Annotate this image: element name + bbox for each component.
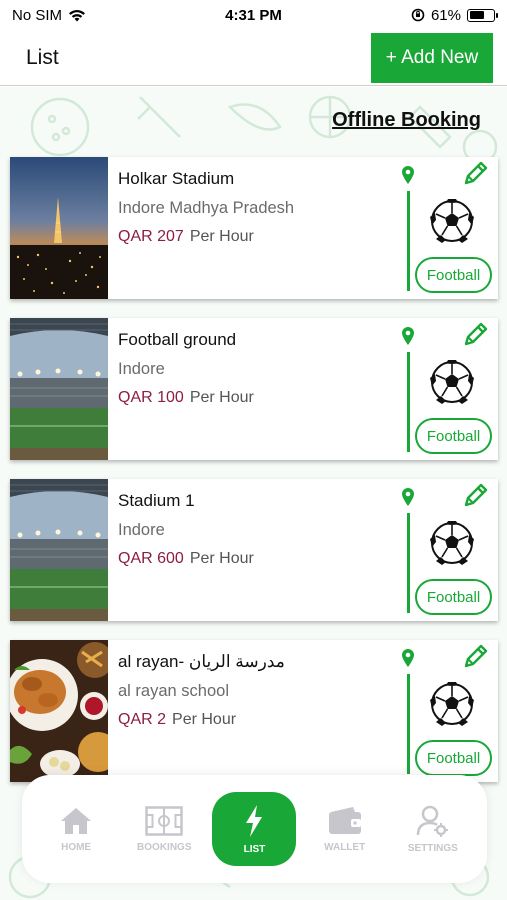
venue-photo: [10, 157, 108, 299]
wallet-icon: [328, 806, 361, 834]
add-new-button[interactable]: + Add New: [371, 32, 493, 83]
carrier-label: No SIM: [12, 6, 63, 24]
venue-photo: [10, 479, 108, 621]
venue-photo: [10, 640, 108, 782]
venue-card[interactable]: Stadium 1 Indore QAR 600 Per Hour Footbal…: [10, 479, 498, 621]
venue-photo: [10, 318, 108, 460]
venue-price-unit: Per Hour: [172, 711, 237, 728]
venue-card[interactable]: Holkar Stadium Indore Madhya Pradesh QAR…: [10, 157, 498, 299]
edit-icon[interactable]: [462, 320, 490, 348]
home-icon: [61, 807, 92, 834]
football-icon: [430, 521, 474, 565]
nav-label: WALLET: [324, 841, 366, 853]
sport-chip[interactable]: Football: [415, 579, 492, 615]
nav-label: HOME: [61, 841, 92, 853]
football-icon: [430, 199, 474, 243]
venue-name: Football ground: [118, 330, 237, 349]
venue-price: QAR 100: [118, 389, 184, 406]
nav-label: LIST: [243, 843, 266, 855]
card-location-marker: [401, 487, 415, 613]
nav-wallet[interactable]: WALLET: [305, 806, 385, 853]
venue-name: al rayan- مدرسة الريان: [118, 652, 285, 671]
marker-line: [407, 674, 410, 774]
marker-line: [407, 191, 410, 291]
venue-name: Holkar Stadium: [118, 169, 235, 188]
edit-icon[interactable]: [462, 159, 490, 187]
venue-name: Stadium 1: [118, 491, 195, 510]
location-pin-icon: [402, 488, 414, 506]
venue-price: QAR 2: [118, 711, 167, 728]
nav-list[interactable]: LIST: [212, 792, 297, 866]
football-icon: [430, 682, 474, 726]
nav-label: BOOKINGS: [137, 841, 192, 853]
sport-chip[interactable]: Football: [415, 418, 492, 454]
battery-fill: [469, 11, 484, 19]
status-right: 61%: [411, 6, 498, 24]
wifi-icon: [69, 9, 86, 21]
edit-icon[interactable]: [462, 481, 490, 509]
location-pin-icon: [402, 327, 414, 345]
bottom-nav: HOME BOOKINGS LIST WALLET SETTINGS: [22, 775, 487, 883]
venue-price-unit: Per Hour: [189, 550, 254, 567]
card-location-marker: [401, 165, 415, 291]
nav-label: SETTINGS: [407, 842, 458, 854]
nav-bookings[interactable]: BOOKINGS: [124, 805, 204, 853]
page-title: List: [26, 45, 59, 69]
venue-card[interactable]: Football ground Indore QAR 100 Per Hour F…: [10, 318, 498, 460]
status-bar: No SIM 4:31 PM 61%: [0, 0, 507, 30]
location-pin-icon: [402, 166, 414, 184]
nav-home[interactable]: HOME: [36, 806, 116, 853]
football-icon: [430, 360, 474, 404]
status-time: 4:31 PM: [225, 6, 282, 24]
app-header: List + Add New: [0, 30, 507, 86]
card-location-marker: [401, 648, 415, 774]
venue-card[interactable]: al rayan- مدرسة الريان al rayan school Q…: [10, 640, 498, 782]
sport-chip[interactable]: Football: [415, 740, 492, 776]
venue-price-unit: Per Hour: [189, 389, 254, 406]
location-pin-icon: [402, 649, 414, 667]
field-icon: [145, 805, 184, 836]
venue-price-unit: Per Hour: [189, 228, 254, 245]
status-left: No SIM: [12, 7, 86, 24]
edit-icon[interactable]: [462, 642, 490, 670]
marker-line: [407, 352, 410, 452]
venue-price: QAR 207: [118, 228, 184, 245]
marker-line: [407, 513, 410, 613]
battery-icon: [467, 8, 498, 22]
card-location-marker: [401, 326, 415, 452]
bolt-icon: [246, 804, 263, 837]
user-settings-icon: [416, 805, 448, 837]
battery-percent: 61%: [430, 6, 461, 24]
orientation-lock-icon: [411, 8, 425, 22]
venue-price: QAR 600: [118, 550, 184, 567]
offline-booking-link[interactable]: Offline Booking: [332, 109, 481, 132]
sport-chip[interactable]: Football: [415, 257, 492, 293]
nav-settings[interactable]: SETTINGS: [393, 805, 473, 854]
